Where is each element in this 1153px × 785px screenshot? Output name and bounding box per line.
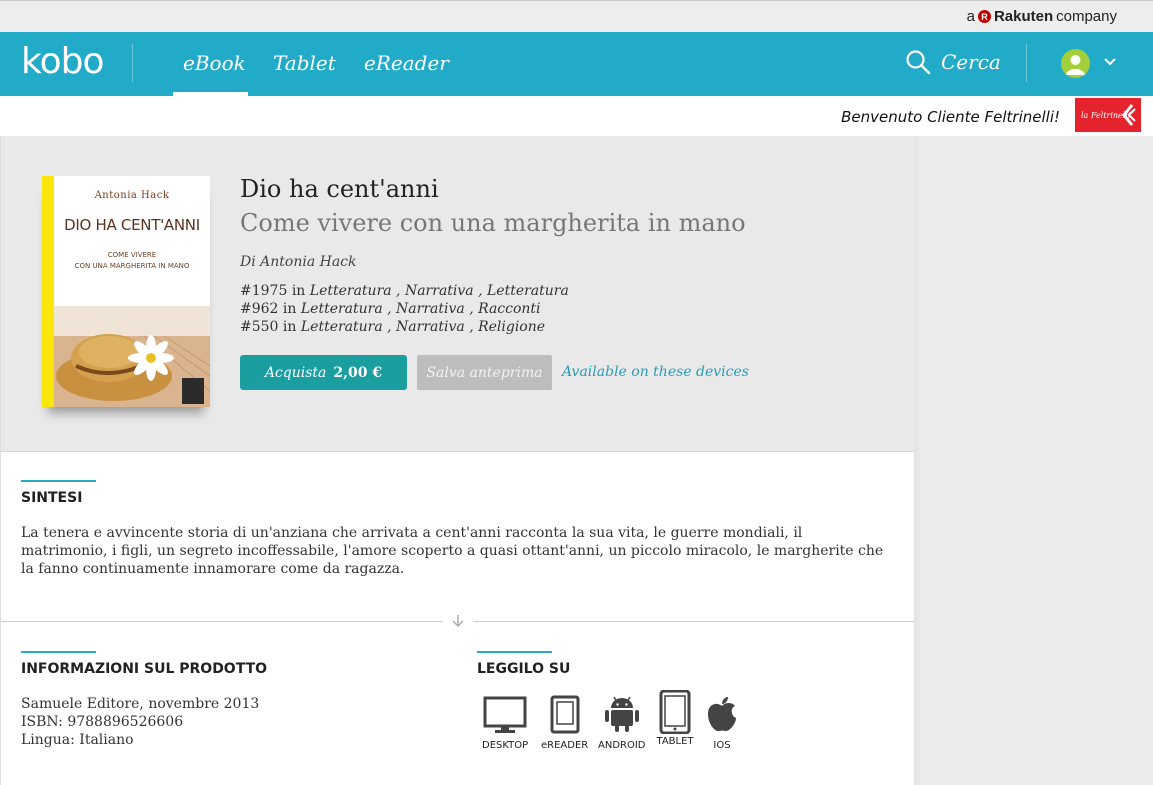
rakuten-r-icon: R <box>977 10 991 23</box>
feltrinelli-mark-icon <box>1122 104 1136 126</box>
buy-label: Acquista <box>264 364 327 381</box>
rank-row: #1975 in Letteratura , Narrativa , Lette… <box>240 283 569 299</box>
rank-category-link[interactable]: Letteratura , Narrativa , Letteratura <box>310 283 569 299</box>
save-preview-button[interactable]: Salva anteprima <box>417 355 552 390</box>
rank-row: #962 in Letteratura , Narrativa , Raccon… <box>240 301 541 317</box>
buy-price: 2,00 € <box>333 364 383 381</box>
android-icon <box>604 696 639 732</box>
top-bar: a R Rakuten company <box>0 0 1153 32</box>
welcome-message: Benvenuto Cliente Feltrinelli! <box>841 108 1060 126</box>
isbn: ISBN: 9788896526606 <box>21 714 184 730</box>
available-devices-link[interactable]: Available on these devices <box>562 364 749 380</box>
book-title: Dio ha cent'anni <box>240 175 439 203</box>
device-label: TABLET <box>656 736 694 747</box>
device-label: ANDROID <box>598 740 646 751</box>
cover-subtitle-line1: COME VIVERE <box>107 251 157 259</box>
user-icon <box>1066 55 1085 75</box>
device-ereader[interactable]: eREADER <box>541 694 588 751</box>
rakuten-suffix: company <box>1056 8 1117 25</box>
search-icon <box>906 50 931 75</box>
rakuten-company-badge[interactable]: a R Rakuten company <box>967 8 1117 25</box>
device-label: IOS <box>713 740 731 751</box>
read-on-heading: LEGGILO SU <box>477 661 571 677</box>
user-avatar[interactable] <box>1061 49 1090 78</box>
synopsis-accent-line <box>21 480 96 482</box>
synopsis-text: La tenera e avvincente storia di un'anzi… <box>21 525 884 577</box>
feltrinelli-logo[interactable]: la Feltrinelli <box>1075 98 1141 132</box>
apple-icon <box>708 697 736 732</box>
book-rankings: #1975 in Letteratura , Narrativa , Lette… <box>240 282 569 336</box>
book-author[interactable]: Di Antonia Hack <box>240 254 357 270</box>
rakuten-prefix: a <box>966 8 975 25</box>
expand-arrow-button[interactable] <box>443 612 473 630</box>
right-panel <box>914 136 1153 785</box>
tab-tablet[interactable]: Tablet <box>273 51 336 75</box>
rank-category-link[interactable]: Letteratura , Narrativa , Religione <box>301 319 545 335</box>
welcome-bar: Benvenuto Cliente Feltrinelli! la Feltri… <box>0 96 1153 136</box>
kobo-logo[interactable]: kobo <box>21 41 104 82</box>
product-info: Samuele Editore, novembre 2013 ISBN: 978… <box>21 695 259 749</box>
device-label: eREADER <box>541 740 589 751</box>
cover-illustration <box>54 306 210 407</box>
cover-spine <box>42 176 54 407</box>
search-label: Cerca <box>941 50 1001 74</box>
search-button[interactable]: Cerca <box>905 49 1001 75</box>
device-label: DESKTOP <box>482 740 529 751</box>
device-tablet[interactable]: TABLET <box>653 690 697 747</box>
nav-divider <box>132 44 133 82</box>
read-on-accent-line <box>477 651 552 653</box>
rank-row: #550 in Letteratura , Narrativa , Religi… <box>240 319 546 335</box>
main-content: Antonia Hack DIO HA CENT'ANNI COME VIVER… <box>0 136 914 785</box>
main-nav: kobo eBook Tablet eReader Cerca <box>0 32 1153 96</box>
cover-subtitle: COME VIVERE CON UNA MARGHERITA IN MANO <box>54 250 210 272</box>
tab-ebook[interactable]: eBook <box>183 51 246 75</box>
device-desktop[interactable]: DESKTOP <box>482 694 528 751</box>
book-cover[interactable]: Antonia Hack DIO HA CENT'ANNI COME VIVER… <box>42 176 210 407</box>
cover-subtitle-line2: CON UNA MARGHERITA IN MANO <box>74 262 190 270</box>
arrow-down-icon <box>452 615 464 628</box>
product-info-heading: INFORMAZIONI SUL PRODOTTO <box>21 661 268 677</box>
book-subtitle: Come vivere con una margherita in mano <box>240 209 746 237</box>
tablet-icon <box>659 690 691 734</box>
rank-category-link[interactable]: Letteratura , Narrativa , Racconti <box>301 301 541 317</box>
device-android[interactable]: ANDROID <box>598 694 646 751</box>
book-hero: Antonia Hack DIO HA CENT'ANNI COME VIVER… <box>1 136 914 452</box>
tab-ereader[interactable]: eReader <box>364 51 449 75</box>
product-info-accent-line <box>21 651 96 653</box>
ereader-icon <box>550 695 580 734</box>
language: Lingua: Italiano <box>21 732 134 748</box>
buy-button[interactable]: Acquista 2,00 € <box>240 355 407 390</box>
nav-divider-right <box>1026 44 1027 82</box>
cover-author: Antonia Hack <box>94 190 170 201</box>
chevron-down-icon[interactable] <box>1103 54 1117 68</box>
desktop-icon <box>483 696 527 733</box>
cover-title: DIO HA CENT'ANNI <box>64 216 200 234</box>
synopsis-heading: SINTESI <box>21 490 83 506</box>
rakuten-brand: Rakuten <box>993 8 1054 25</box>
publisher: Samuele Editore, novembre 2013 <box>21 696 260 712</box>
device-ios[interactable]: IOS <box>700 694 744 751</box>
